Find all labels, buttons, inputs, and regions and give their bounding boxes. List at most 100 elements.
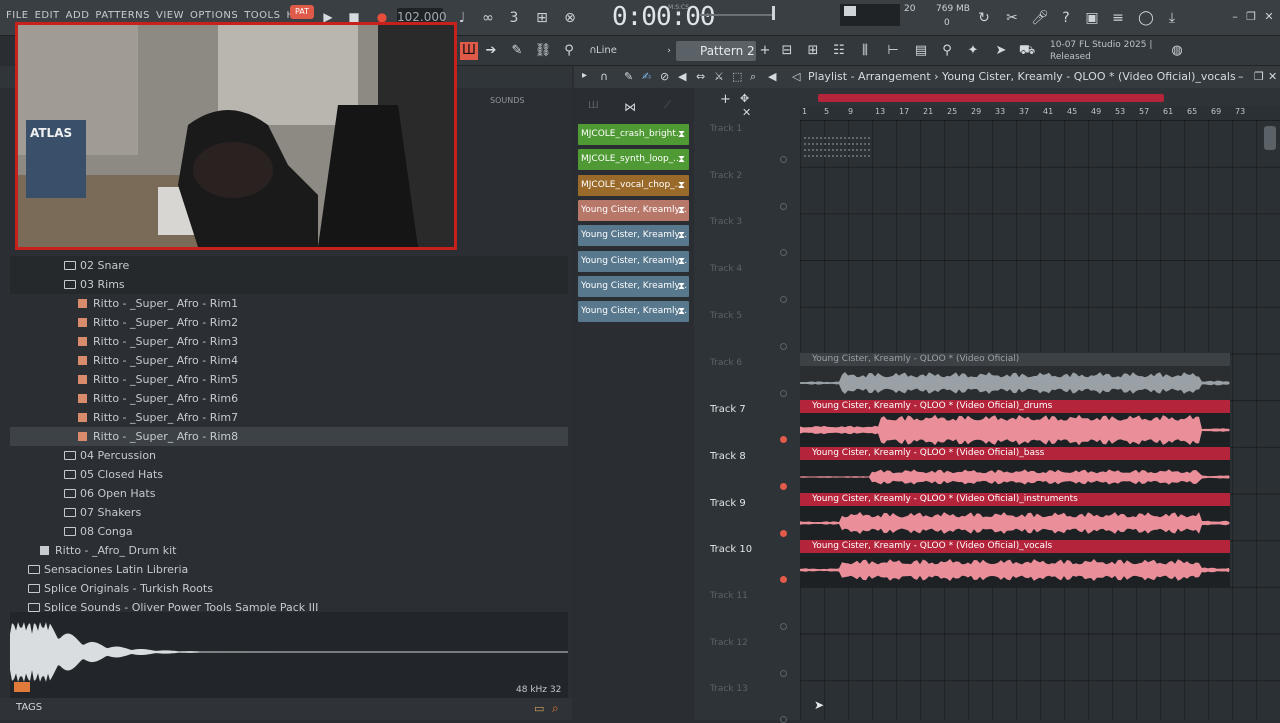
browser-folder[interactable]: 06 Open Hats	[10, 484, 568, 503]
track-label[interactable]: Track 7	[710, 404, 790, 415]
link-icon[interactable]: ⛓	[534, 42, 552, 60]
track-label[interactable]: Track 11	[710, 591, 790, 601]
audio-clip-waveform[interactable]	[800, 553, 1230, 587]
pattern-clip-track1[interactable]	[800, 132, 872, 160]
pattern-selector[interactable]: Pattern 2	[676, 41, 756, 61]
track-mute-led[interactable]	[780, 436, 787, 444]
browser-folder[interactable]: Sensaciones Latin Libreria	[10, 560, 568, 579]
vertical-scrollbar[interactable]	[1264, 126, 1276, 150]
audio-clip-waveform[interactable]	[800, 460, 1230, 494]
track-mute-led[interactable]	[780, 389, 787, 397]
track-mute-led[interactable]	[780, 482, 787, 490]
tools-icon[interactable]: ✦	[964, 42, 982, 60]
sample-file[interactable]: Ritto - _Super_ Afro - Rim4	[10, 351, 568, 370]
audio-clip-waveform[interactable]	[800, 413, 1230, 447]
file-icon[interactable]: ▤	[912, 42, 930, 60]
download-icon[interactable]: ⤓	[1162, 8, 1182, 28]
undo-icon[interactable]: ↻	[974, 8, 994, 28]
microphone-icon[interactable]: 🎤︎	[1030, 8, 1050, 28]
track-mute-led[interactable]	[780, 342, 787, 350]
arrangement-grid[interactable]: Young Cister, Kreamly - QLOO * (Video Of…	[800, 120, 1280, 720]
cut-icon[interactable]: ✂	[1002, 8, 1022, 28]
track-mute-led[interactable]	[780, 296, 787, 304]
playlist-mute-icon[interactable]: ◀	[678, 70, 686, 83]
clip-audio-icon[interactable]: ⋈	[624, 100, 636, 114]
chat-icon[interactable]: ◯	[1136, 8, 1156, 28]
pencil-icon[interactable]: ✎	[508, 42, 526, 60]
clip-source-item[interactable]: Young Cister, Kreamly... ⧗	[578, 275, 689, 297]
drum-kit-file[interactable]: Ritto - _Afro_ Drum kit	[10, 541, 568, 560]
audio-clip-waveform[interactable]	[800, 506, 1230, 540]
play-sample-button[interactable]	[14, 682, 30, 692]
track-label[interactable]: Track 4	[710, 264, 790, 274]
playlist-icon[interactable]: ⊟	[778, 42, 796, 60]
playlist-slip-icon[interactable]: ⇔	[696, 70, 705, 83]
master-volume-handle[interactable]	[772, 6, 775, 20]
browser-folder[interactable]: 03 Rims	[10, 275, 568, 294]
playlist-delete-icon[interactable]: ⊘	[660, 70, 669, 83]
playlist-tool-arrow-icon[interactable]: ▸	[582, 70, 587, 81]
playlist-menu-icon[interactable]: ◁	[792, 70, 800, 83]
track-label[interactable]: Track 5	[710, 311, 790, 321]
add-pattern-icon[interactable]: +	[756, 42, 774, 60]
track-mute-led[interactable]	[780, 576, 787, 584]
sample-file[interactable]: Ritto - _Super_ Afro - Rim1	[10, 294, 568, 313]
master-volume-slider[interactable]	[700, 14, 772, 16]
playlist-minimize-icon[interactable]: –	[1238, 70, 1244, 83]
sample-file[interactable]: Ritto - _Super_ Afro - Rim8	[10, 427, 568, 446]
menu-view[interactable]: VIEW	[156, 10, 184, 21]
track-label[interactable]: Track 10	[710, 544, 790, 555]
search-icon[interactable]: ⌕	[552, 701, 559, 716]
track-mute-led[interactable]	[780, 623, 787, 630]
mixer-faders-icon[interactable]: ⫼	[856, 42, 874, 60]
playlist-horizontal-scroll[interactable]	[818, 94, 1164, 102]
playlist-select-icon[interactable]: ⬚	[732, 70, 742, 83]
clip-source-item[interactable]: Young Cister, Kreamly... ⧗	[578, 199, 689, 221]
track-mute-led[interactable]	[780, 156, 787, 163]
help-icon[interactable]: ?	[1056, 8, 1076, 28]
track-label[interactable]: Track 1	[710, 124, 790, 134]
add-track-icon[interactable]: +	[720, 92, 731, 107]
audio-clip-header[interactable]: Young Cister, Kreamly - QLOO * (Video Of…	[800, 447, 1230, 460]
zoom-fit-icon[interactable]: ✥	[740, 92, 749, 105]
menu-file[interactable]: FILE	[6, 10, 29, 21]
audio-clip-header[interactable]: Young Cister, Kreamly - QLOO * (Video Of…	[800, 540, 1230, 553]
browser-folder[interactable]: 04 Percussion	[10, 446, 568, 465]
time-display[interactable]: 0:00:00	[612, 2, 716, 32]
playlist-paint-icon[interactable]: ✍	[642, 70, 651, 83]
cart-icon[interactable]: ⛟	[1018, 42, 1036, 60]
mixer-window-icon[interactable]: ☷	[830, 42, 848, 60]
playlist-slice-icon[interactable]: ⚔	[714, 70, 724, 83]
track-label[interactable]: Track 6	[710, 358, 790, 368]
channel-rack-icon[interactable]: ⊞	[804, 42, 822, 60]
clip-automation-icon[interactable]: ⟋	[664, 100, 671, 111]
arrow-icon[interactable]: ➔	[482, 42, 500, 60]
browser-folder[interactable]: 07 Shakers	[10, 503, 568, 522]
playlist-restore-icon[interactable]: ❐	[1254, 70, 1264, 83]
browser-folder[interactable]: 08 Conga	[10, 522, 568, 541]
playlist-magnet-icon[interactable]: ∩	[600, 70, 608, 83]
restore-icon[interactable]: ❐	[1244, 10, 1258, 24]
clip-grid-icon[interactable]: Ш	[588, 100, 599, 111]
browser-folder[interactable]: 02 Snare	[10, 256, 568, 275]
audio-clip-waveform[interactable]	[800, 366, 1230, 400]
plugin-icon[interactable]: ⚲	[938, 42, 956, 60]
pattern-song-toggle[interactable]: PAT	[290, 5, 314, 19]
loop-record-icon[interactable]: ∞	[478, 8, 498, 28]
browser-folder[interactable]: Splice Originals - Turkish Roots	[10, 579, 568, 598]
track-mute-led[interactable]	[780, 669, 787, 677]
clip-source-item[interactable]: Young Cister, Kreamly... ⧗	[578, 250, 689, 272]
browser-tree-icon[interactable]: ⊢	[884, 42, 902, 60]
time-ruler[interactable]: 1 5 9 13 17 21 25 29 33 37 41 45 49 53 57 61 65 69 73	[800, 106, 1280, 120]
audio-clip-header[interactable]: Young Cister, Kreamly - QLOO * (Video Of…	[800, 400, 1230, 413]
sounds-tab[interactable]: SOUNDS	[490, 96, 524, 105]
clip-source-item[interactable]: MJCOLE_synth_loop_... ⧗	[578, 149, 689, 171]
clip-source-item[interactable]: Young Cister, Kreamly... ⧗	[578, 225, 689, 247]
minimize-icon[interactable]: –	[1228, 10, 1242, 24]
snap-selector[interactable]: Line	[596, 43, 652, 59]
step-edit-icon[interactable]: ⊞	[532, 8, 552, 28]
clip-source-item[interactable]: MJCOLE_vocal_chop_... ⧗	[578, 174, 689, 196]
menu-options[interactable]: OPTIONS	[190, 10, 238, 21]
send-icon[interactable]: ➤	[992, 42, 1010, 60]
globe-icon[interactable]: ◍	[1168, 42, 1186, 60]
